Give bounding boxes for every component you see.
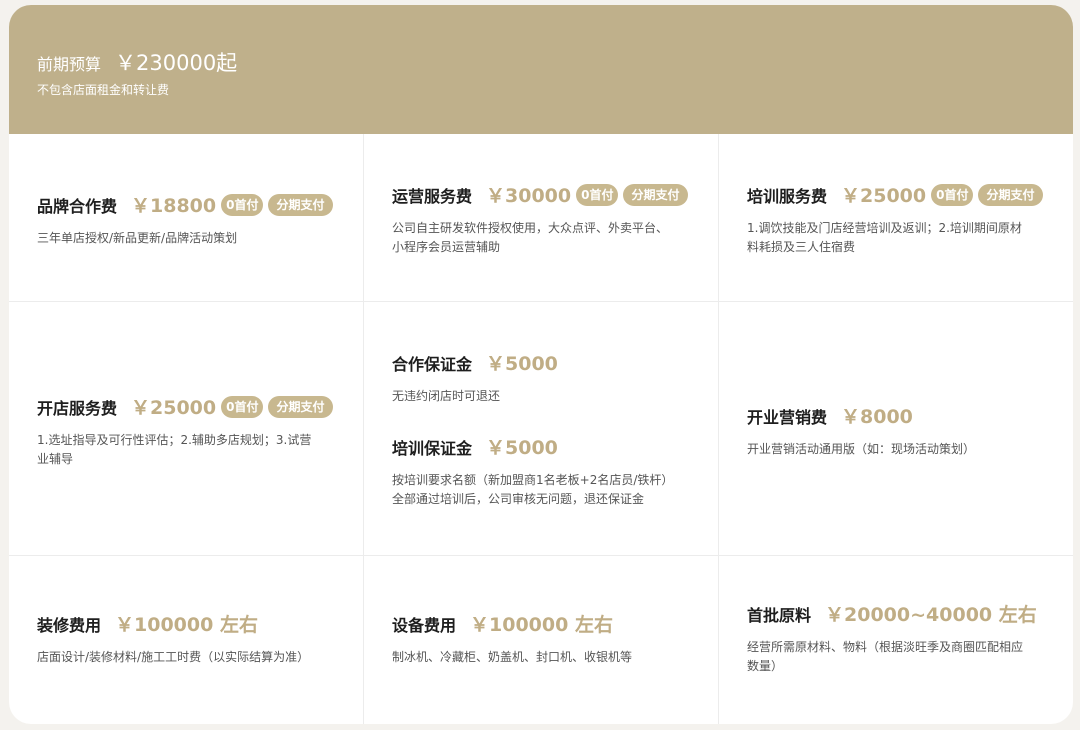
fee-cell-materials: 首批原料 ￥20000~40000 左右 经营所需原材料、物料（根据淡旺季及商圈… xyxy=(719,556,1073,724)
fee-desc-line: 经营所需原材料、物料（根据淡旺季及商圈匹配相应 xyxy=(747,640,1024,654)
fee-name: 装修费用 xyxy=(37,615,102,635)
fee-price: ￥5000 xyxy=(486,353,558,375)
fee-cell-training: 培训服务费 ￥25000 0首付 分期支付 1.调饮技能及门店经营培训及返训；2… xyxy=(719,134,1073,301)
zero-down-badge: 0首付 xyxy=(221,193,264,216)
fee-desc-line: 1.选址指导及可行性评估；2.辅助多店规划；3.试营 xyxy=(37,433,312,447)
installment-badge: 分期支付 xyxy=(268,193,333,216)
fee-desc-line: 1.调饮技能及门店经营培训及返训；2.培训期间原材 xyxy=(747,221,1022,235)
fee-cell-brand: 品牌合作费 ￥18800 0首付 分期支付 三年单店授权/新品更新/品牌活动策划 xyxy=(9,134,363,301)
zero-down-badge: 0首付 xyxy=(221,395,264,418)
fee-desc: 店面设计/装修材料/施工工时费（以实际结算为准） xyxy=(37,650,310,664)
installment-badge: 分期支付 xyxy=(268,395,333,418)
budget-card: 前期预算 ￥230000起 不包含店面租金和转让费 品牌合作费 ￥18800 0… xyxy=(9,5,1073,724)
fee-desc: 按培训要求名额（新加盟商1名老板+2名店员/铁杆） 全部通过培训后，公司审核无问… xyxy=(392,471,698,509)
fee-desc-line: 业辅导 xyxy=(37,452,74,466)
fee-cell-decoration: 装修费用 ￥100000 左右 店面设计/装修材料/施工工时费（以实际结算为准） xyxy=(9,556,363,724)
fee-desc: 无违约闭店时可退还 xyxy=(392,389,501,403)
fee-desc-line: 公司自主研发软件授权使用，大众点评、外卖平台、 xyxy=(392,221,669,235)
fee-desc-line: 数量） xyxy=(747,659,784,673)
installment-badge: 分期支付 xyxy=(623,183,688,206)
fee-cell-marketing: 开业营销费 ￥8000 开业营销活动通用版（如：现场活动策划） xyxy=(719,302,1073,555)
fee-desc-line: 按培训要求名额（新加盟商1名老板+2名店员/铁杆） xyxy=(392,473,674,487)
fee-name: 开业营销费 xyxy=(747,407,828,427)
fee-price: ￥25000 xyxy=(131,397,217,419)
installment-badge: 分期支付 xyxy=(978,183,1043,206)
budget-total-price: ￥230000起 xyxy=(115,51,238,75)
fee-price: ￥5000 xyxy=(486,437,558,459)
fee-price: ￥30000 xyxy=(486,185,572,207)
fee-desc: 公司自主研发软件授权使用，大众点评、外卖平台、 小程序会员运营辅助 xyxy=(392,219,698,257)
fee-price: ￥18800 xyxy=(131,195,217,217)
budget-note: 不包含店面租金和转让费 xyxy=(37,83,170,97)
fee-desc-line: 料耗损及三人住宿费 xyxy=(747,240,856,254)
fee-price: ￥20000~40000 左右 xyxy=(825,604,1037,626)
zero-down-badge: 0首付 xyxy=(576,183,619,206)
fee-name: 培训保证金 xyxy=(392,438,473,458)
fee-name: 首批原料 xyxy=(747,605,812,625)
fee-name: 合作保证金 xyxy=(392,354,473,374)
budget-label: 前期预算 xyxy=(37,55,102,74)
fee-price: ￥100000 左右 xyxy=(470,614,613,636)
fee-name: 培训服务费 xyxy=(747,186,828,206)
fee-name: 运营服务费 xyxy=(392,186,473,206)
fee-desc: 1.选址指导及可行性评估；2.辅助多店规划；3.试营 业辅导 xyxy=(37,431,343,469)
budget-title: 前期预算 ￥230000起 xyxy=(37,47,237,77)
fee-name: 开店服务费 xyxy=(37,398,118,418)
fee-price: ￥25000 xyxy=(841,185,927,207)
fee-price: ￥8000 xyxy=(841,406,913,428)
fee-name: 品牌合作费 xyxy=(37,196,118,216)
fee-desc: 制冰机、冷藏柜、奶盖机、封口机、收银机等 xyxy=(392,650,633,664)
fee-desc: 经营所需原材料、物料（根据淡旺季及商圈匹配相应 数量） xyxy=(747,638,1053,676)
budget-header: 前期预算 ￥230000起 不包含店面租金和转让费 xyxy=(9,5,1073,134)
fee-desc: 开业营销活动通用版（如：现场活动策划） xyxy=(747,442,976,456)
fee-name: 设备费用 xyxy=(392,615,457,635)
fee-cell-deposits: 合作保证金 ￥5000 无违约闭店时可退还 培训保证金 ￥5000 按培训要求名… xyxy=(364,302,718,555)
fee-desc-line: 全部通过培训后，公司审核无问题，退还保证金 xyxy=(392,492,645,506)
fee-desc: 三年单店授权/新品更新/品牌活动策划 xyxy=(37,231,238,245)
fee-desc-line: 小程序会员运营辅助 xyxy=(392,240,501,254)
fee-cell-operation: 运营服务费 ￥30000 0首付 分期支付 公司自主研发软件授权使用，大众点评、… xyxy=(364,134,718,301)
fee-price: ￥100000 左右 xyxy=(115,614,258,636)
fee-cell-opening: 开店服务费 ￥25000 0首付 分期支付 1.选址指导及可行性评估；2.辅助多… xyxy=(9,302,363,555)
zero-down-badge: 0首付 xyxy=(931,183,974,206)
fee-desc: 1.调饮技能及门店经营培训及返训；2.培训期间原材 料耗损及三人住宿费 xyxy=(747,219,1053,257)
fee-cell-equipment: 设备费用 ￥100000 左右 制冰机、冷藏柜、奶盖机、封口机、收银机等 xyxy=(364,556,718,724)
